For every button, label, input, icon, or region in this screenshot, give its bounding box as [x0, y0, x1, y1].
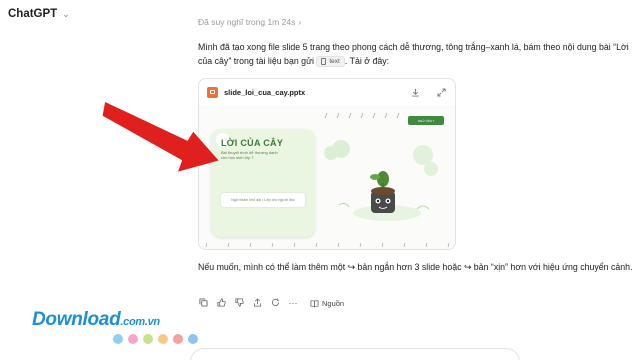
watermark-suffix: .com.vn: [120, 316, 160, 328]
attachment-card[interactable]: slide_loi_cua_cay.pptx NGỮ VĂN 7 LỜI CỦA…: [198, 78, 456, 250]
intro-tail: . Tải ở đây:: [344, 56, 390, 66]
slide-corner-badge-label: NGỮ VĂN 7: [417, 118, 435, 123]
intro-text: Mình đã tạo xong file slide 5 trang theo…: [198, 42, 629, 66]
app-header[interactable]: ChatGPT ⌄: [8, 5, 70, 23]
thumbs-up-icon[interactable]: [216, 297, 226, 309]
download-icon[interactable]: [409, 86, 421, 98]
message-input[interactable]: [190, 348, 520, 360]
slide-label-box: Ngữ nhâm nhỏ đài • Lớp cho người đọc: [221, 193, 305, 207]
watermark-text: Download: [32, 309, 121, 330]
slide-preview[interactable]: NGỮ VĂN 7 LỜI CỦA CÂY Bài thuyết trình d…: [199, 105, 455, 249]
slide-title-card: LỜI CỦA CÂY Bài thuyết trình dễ thương d…: [211, 129, 315, 237]
thumbs-down-icon[interactable]: [234, 297, 244, 309]
attachment-file-name: slide_loi_cua_cay.pptx: [224, 87, 306, 97]
plant-pot-illustration: [324, 140, 438, 221]
thinking-label: Đã suy nghĩ trong 1m 24s: [198, 17, 296, 27]
watermark-dot: [188, 334, 198, 344]
source-chip[interactable]: text: [316, 56, 345, 68]
slide-title: LỜI CỦA CÂY: [221, 138, 284, 148]
message-intro: Mình đã tạo xong file slide 5 trang theo…: [198, 40, 640, 68]
watermark-dot: [173, 334, 183, 344]
more-options-icon[interactable]: ⋯: [288, 298, 298, 309]
app-title: ChatGPT: [8, 8, 58, 20]
slide-corner-badge: NGỮ VĂN 7: [408, 116, 444, 125]
slide-decoration-bottom: [205, 242, 450, 248]
watermark-dot: [143, 334, 153, 344]
slide-label-text: Ngữ nhâm nhỏ đài • Lớp cho người đọc: [231, 198, 295, 202]
sources-button[interactable]: Nguồn: [310, 299, 344, 308]
watermark-dots: [113, 334, 198, 344]
regenerate-icon[interactable]: [270, 297, 280, 309]
sources-label: Nguồn: [322, 298, 345, 308]
source-chip-label: text: [329, 57, 340, 65]
document-icon: [321, 58, 327, 66]
expand-icon[interactable]: [435, 86, 447, 98]
chevron-right-icon: ›: [298, 17, 302, 27]
copy-icon[interactable]: [198, 297, 208, 309]
watermark-dot: [158, 334, 168, 344]
watermark-dot: [128, 334, 138, 344]
book-icon: [310, 299, 319, 307]
attachment-header: slide_loi_cua_cay.pptx: [199, 79, 455, 105]
red-arrow-annotation: [102, 101, 219, 172]
message-followup: Nếu muốn, mình có thể làm thêm một ↪ bản…: [198, 262, 633, 272]
watermark-logo: Download.com.vn: [32, 309, 160, 331]
message-actions: ⋯ Nguồn: [198, 296, 344, 310]
share-icon[interactable]: [252, 297, 262, 309]
slide-subtitle: Bài thuyết trình dễ thương dành cho học …: [221, 150, 278, 160]
watermark-dot: [113, 334, 123, 344]
thinking-duration[interactable]: Đã suy nghĩ trong 1m 24s ›: [198, 17, 301, 27]
chevron-down-icon: ⌄: [62, 8, 70, 19]
